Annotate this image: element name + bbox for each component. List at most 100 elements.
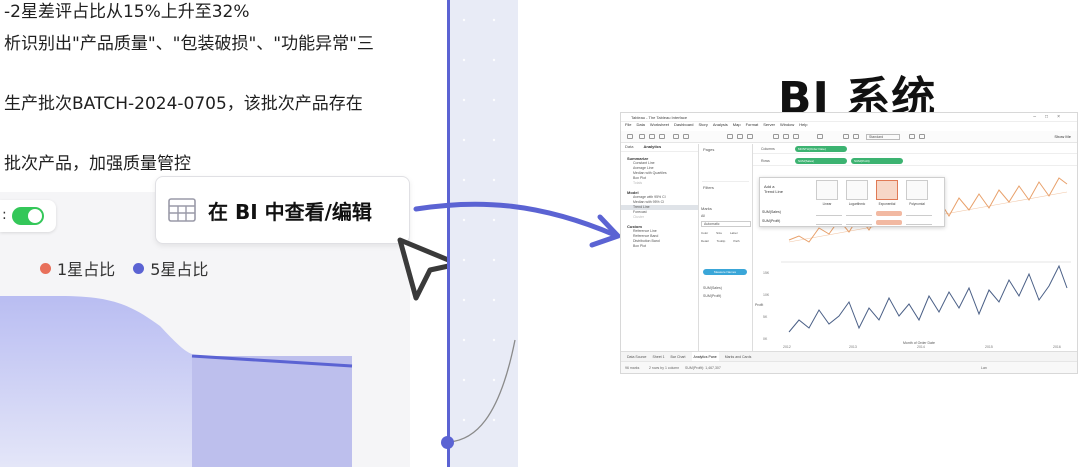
redo-icon[interactable] — [649, 134, 655, 139]
trend-option-polynomial[interactable] — [906, 180, 928, 200]
window-controls[interactable]: –□× — [1033, 114, 1069, 120]
report-line: 生产批次BATCH-2024-0705，该批次产品存在 — [4, 94, 363, 114]
mark-path-button[interactable]: Path — [733, 239, 739, 243]
tab-data-source[interactable]: Data Source — [627, 352, 646, 361]
menu-item[interactable]: Server — [763, 122, 775, 130]
legend-item: 1星占比 — [40, 256, 115, 280]
marks-all[interactable]: All — [701, 214, 751, 218]
mark-color-button[interactable]: Color — [701, 231, 708, 235]
tableau-window: Tableau - The Tableau Interface –□× File… — [620, 112, 1078, 374]
clear-icon[interactable] — [747, 134, 753, 139]
columns-pill[interactable]: MONTH(Order Date) — [795, 146, 847, 152]
trend-cell[interactable] — [906, 220, 932, 225]
menu-item[interactable]: Format — [746, 122, 759, 130]
duplicate-icon[interactable] — [737, 134, 743, 139]
tableau-toolbar: Standard Show Me — [621, 131, 1077, 143]
area-shape — [0, 296, 192, 467]
legend-dot — [40, 262, 51, 274]
columns-label: Columns — [761, 147, 775, 151]
tab-sheet[interactable]: Sheet 1 — [652, 352, 664, 361]
new-sheet-icon[interactable] — [727, 134, 733, 139]
mark-type-select[interactable]: Automatic — [701, 221, 751, 227]
undo-icon[interactable] — [639, 134, 645, 139]
trend-cell[interactable] — [816, 220, 842, 225]
trend-cell[interactable] — [906, 211, 932, 216]
analytics-pane: Data Analytics Summarize Constant Line A… — [621, 144, 699, 351]
menu-item[interactable]: Map — [733, 122, 741, 130]
tab-sheet[interactable]: Bar Chart — [671, 352, 686, 361]
show-me-button[interactable]: Show Me — [1054, 134, 1071, 139]
trend-cell-selected[interactable] — [876, 211, 902, 216]
timeline-marker-handle[interactable] — [441, 436, 454, 449]
menu-item[interactable]: Analysis — [713, 122, 728, 130]
trend-option-exponential[interactable] — [876, 180, 898, 200]
menu-item[interactable]: Story — [699, 122, 708, 130]
y-tick: 15K — [763, 271, 770, 275]
chart-legend: 1星占比 5星占比 — [40, 256, 208, 280]
present-icon[interactable] — [919, 134, 925, 139]
marks-row-profit[interactable]: SUM(Profit) — [703, 294, 721, 298]
sort-desc-icon[interactable] — [793, 134, 799, 139]
profit-line — [788, 264, 1068, 333]
pages-drop-area[interactable] — [702, 154, 749, 182]
trend-option-linear[interactable] — [816, 180, 838, 200]
fix-axes-icon[interactable] — [853, 134, 859, 139]
cards-pane: Pages Filters Marks All Automatic Color … — [699, 144, 753, 351]
x-tick: 2016 — [1053, 345, 1061, 349]
new-data-icon[interactable] — [673, 134, 679, 139]
status-user[interactable]: Lan — [981, 366, 987, 370]
y-tick: 5K — [763, 315, 768, 319]
toggle-icon[interactable] — [12, 207, 44, 225]
menu-item[interactable]: Data — [636, 122, 644, 130]
mark-label-button[interactable]: Label — [730, 231, 737, 235]
trend-cell-selected[interactable] — [876, 220, 902, 225]
chart-icon[interactable] — [909, 134, 915, 139]
legend-item: 5星占比 — [133, 256, 208, 280]
analytics-item[interactable]: Box Plot — [621, 244, 698, 249]
legend-label: 1星占比 — [57, 260, 116, 279]
legend-label: 5星占比 — [150, 260, 209, 279]
highlight-icon[interactable] — [817, 134, 823, 139]
rows-pill-profit[interactable]: SUM(Profit) — [851, 158, 903, 164]
trend-option-log[interactable] — [846, 180, 868, 200]
tab-sheet-active[interactable]: Analytics Pane — [691, 352, 719, 361]
rows-shelf: Rows SUM(Sales) SUM(Profit) — [753, 156, 1077, 166]
mark-tooltip-button[interactable]: Tooltip — [717, 239, 726, 243]
mark-size-button[interactable]: Size — [716, 231, 722, 235]
view-in-bi-button[interactable]: 在 BI 中查看/编辑 — [155, 176, 410, 244]
tab-sheet[interactable]: Marks and Cards — [725, 352, 752, 361]
trend-option-label: Exponential — [878, 202, 896, 206]
pause-icon[interactable] — [683, 134, 689, 139]
rating-area-chart — [0, 296, 353, 467]
shelves: Columns MONTH(Order Date) Rows SUM(Sales… — [753, 144, 1077, 170]
swap-icon[interactable] — [773, 134, 779, 139]
x-tick: 2014 — [917, 345, 925, 349]
trend-cell[interactable] — [816, 211, 842, 216]
rows-pill-sales[interactable]: SUM(Sales) — [795, 158, 847, 164]
trend-cell[interactable] — [846, 211, 872, 216]
sheet-tabs: Data Source Sheet 1 Bar Chart Analytics … — [621, 351, 1077, 361]
menu-item[interactable]: Window — [780, 122, 794, 130]
status-rows-cols: 2 rows by 1 column — [649, 366, 680, 370]
measure-names-pill[interactable]: Measure Names — [703, 269, 747, 275]
tableau-logo-icon[interactable] — [627, 134, 633, 139]
tab-analytics[interactable]: Analytics — [643, 144, 661, 151]
menu-item[interactable]: Worksheet — [650, 122, 669, 130]
fit-select[interactable]: Standard — [866, 134, 900, 140]
label-icon[interactable] — [843, 134, 849, 139]
menu-item[interactable]: File — [625, 122, 631, 130]
sort-asc-icon[interactable] — [783, 134, 789, 139]
tableau-window-title: Tableau - The Tableau Interface — [631, 115, 688, 120]
highlight-region — [192, 356, 352, 467]
menu-item[interactable]: Help — [799, 122, 807, 130]
chart-toggle-container: : — [0, 200, 56, 232]
trend-cell[interactable] — [846, 220, 872, 225]
save-icon[interactable] — [659, 134, 665, 139]
tableau-titlebar: Tableau - The Tableau Interface –□× — [621, 113, 1077, 122]
marks-row-sales[interactable]: SUM(Sales) — [703, 286, 722, 290]
tab-data[interactable]: Data — [625, 144, 633, 151]
menu-item[interactable]: Dashboard — [674, 122, 694, 130]
status-bar: 96 marks 2 rows by 1 column SUM(Profit):… — [621, 361, 1077, 373]
trend-row-sales: SUM(Sales) — [762, 210, 781, 214]
mark-detail-button[interactable]: Detail — [701, 239, 709, 243]
